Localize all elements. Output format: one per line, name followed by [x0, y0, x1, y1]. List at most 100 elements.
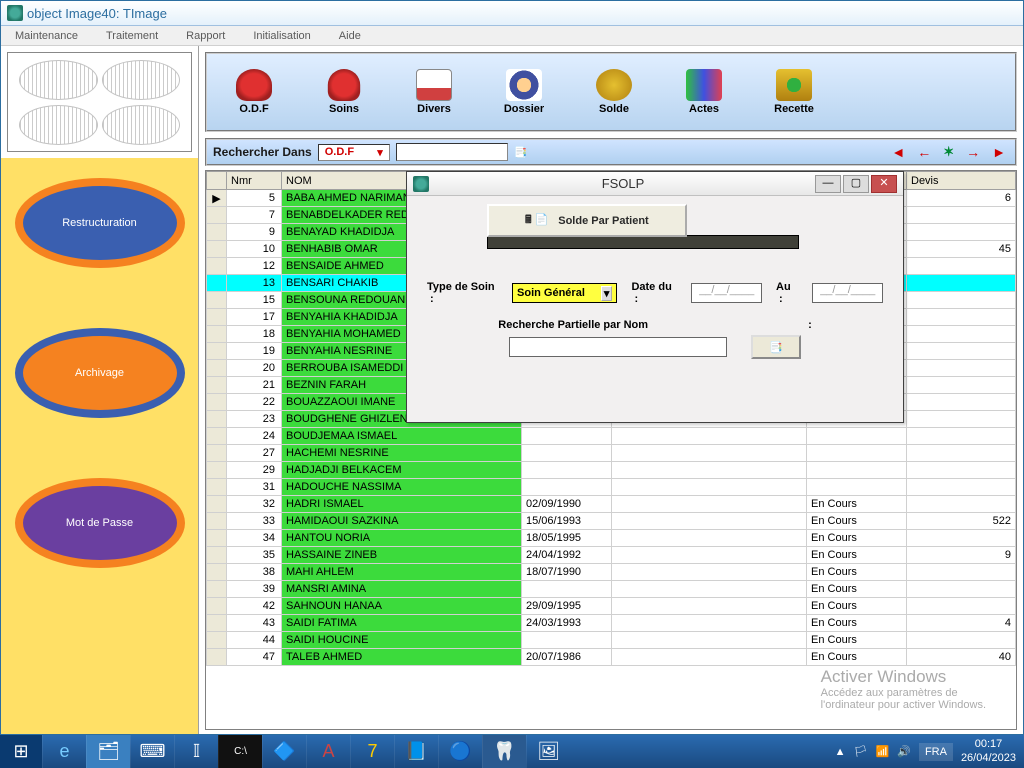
toolbar-odf-button[interactable]: O.D.F: [219, 69, 289, 115]
task-chrome-icon[interactable]: 🔵: [438, 735, 482, 768]
cell-devis: 45: [907, 241, 1016, 258]
column-header[interactable]: Devis: [907, 172, 1016, 190]
au-label: Au :: [776, 281, 798, 305]
row-marker: [207, 598, 227, 615]
divers-icon: [416, 69, 452, 101]
task-app1-icon[interactable]: 𝕀: [174, 735, 218, 768]
menu-initialisation[interactable]: Initialisation: [239, 30, 324, 42]
menu-rapport[interactable]: Rapport: [172, 30, 239, 42]
cell-dln: [522, 445, 612, 462]
start-button[interactable]: ⊞: [0, 735, 42, 768]
table-row[interactable]: 24BOUDJEMAA ISMAEL: [207, 428, 1016, 445]
cell-nmr: 17: [227, 309, 282, 326]
row-marker: [207, 292, 227, 309]
search-type-dropdown[interactable]: O.D.F ▾: [318, 144, 390, 161]
cell-nmr: 24: [227, 428, 282, 445]
minimize-button[interactable]: —: [815, 175, 841, 193]
tray-flag-icon[interactable]: 🏳: [854, 745, 868, 758]
dialog-title-bar[interactable]: FSOLP — ▢ ✕: [407, 172, 903, 196]
dossier-icon: [506, 69, 542, 101]
cell-devis: [907, 258, 1016, 275]
cell-nom: HANTOU NORIA: [282, 530, 522, 547]
nav-next-icon[interactable]: →: [963, 144, 983, 160]
cell-devis: [907, 326, 1016, 343]
task-app2-icon[interactable]: 🔷: [262, 735, 306, 768]
menu-traitement[interactable]: Traitement: [92, 30, 172, 42]
table-row[interactable]: 44SAIDI HOUCINEEn Cours: [207, 632, 1016, 649]
nav-last-icon[interactable]: ►: [989, 144, 1009, 160]
cell-devis: [907, 445, 1016, 462]
cell-adresse: [612, 428, 807, 445]
date-to-input[interactable]: __/__/____: [812, 283, 883, 303]
table-row[interactable]: 33HAMIDAOUI SAZKINA15/06/1993En Cours522: [207, 513, 1016, 530]
table-row[interactable]: 27HACHEMI NESRINE: [207, 445, 1016, 462]
nav-first-icon[interactable]: ◄: [888, 144, 908, 160]
date-from-input[interactable]: __/__/____: [691, 283, 762, 303]
table-row[interactable]: 34HANTOU NORIA18/05/1995En Cours: [207, 530, 1016, 547]
type-value: Soin Général: [517, 287, 585, 299]
task-access-icon[interactable]: A: [306, 735, 350, 768]
cell-dln: [522, 428, 612, 445]
task-photos-icon[interactable]: 🖼: [526, 735, 570, 768]
table-row[interactable]: 35HASSAINE ZINEB24/04/1992En Cours9: [207, 547, 1016, 564]
taskbar-clock[interactable]: 00:17 26/04/2023: [961, 738, 1016, 764]
globe-icon[interactable]: ✶: [940, 144, 957, 160]
row-marker: [207, 632, 227, 649]
table-row[interactable]: 38MAHI AHLEM18/07/1990En Cours: [207, 564, 1016, 581]
toolbar-label: Recette: [774, 103, 814, 115]
toolbar-soins-button[interactable]: Soins: [309, 69, 379, 115]
teeth-sketch-icon: [19, 60, 98, 100]
cell-dln: 24/03/1993: [522, 615, 612, 632]
row-marker: [207, 564, 227, 581]
cell-nmr: 20: [227, 360, 282, 377]
table-row[interactable]: 29HADJADJI BELKACEM: [207, 462, 1016, 479]
partial-search-input[interactable]: [509, 337, 727, 357]
toolbar-actes-button[interactable]: Actes: [669, 69, 739, 115]
task-keyboard-icon[interactable]: ⌨: [130, 735, 174, 768]
restructuration-button[interactable]: Restructuration: [15, 178, 185, 268]
tray-wifi-icon[interactable]: 📶: [876, 745, 890, 758]
table-row[interactable]: 47TALEB AHMED20/07/1986En Cours40: [207, 649, 1016, 666]
toolbar-divers-button[interactable]: Divers: [399, 69, 469, 115]
table-row[interactable]: 32HADRI ISMAEL02/09/1990En Cours: [207, 496, 1016, 513]
column-header[interactable]: Nmr: [227, 172, 282, 190]
task-cmd-icon[interactable]: C:\: [218, 735, 262, 768]
sidebar-label: Archivage: [75, 367, 124, 379]
cell-mode: En Cours: [807, 598, 907, 615]
menu-aide[interactable]: Aide: [325, 30, 375, 42]
language-indicator[interactable]: FRA: [919, 743, 953, 761]
task-app4-icon[interactable]: 📘: [394, 735, 438, 768]
calculator-icon: 🖩 📄: [525, 211, 548, 230]
table-row[interactable]: 43SAIDI FATIMA24/03/1993En Cours4: [207, 615, 1016, 632]
tray-up-icon[interactable]: ▲: [835, 746, 846, 758]
column-header[interactable]: [207, 172, 227, 190]
cell-nom: SAHNOUN HANAA: [282, 598, 522, 615]
menu-maintenance[interactable]: Maintenance: [1, 30, 92, 42]
type-de-soin-dropdown[interactable]: Soin Général ▾: [512, 283, 617, 303]
partial-search-button[interactable]: 📑: [751, 335, 801, 359]
close-button[interactable]: ✕: [871, 175, 897, 193]
motdepasse-button[interactable]: Mot de Passe: [15, 478, 185, 568]
row-marker: [207, 479, 227, 496]
patient-grid[interactable]: NmrNOMDLNADRESSEMODEDevis ▶5BABA AHMED N…: [205, 170, 1017, 730]
nav-prev-icon[interactable]: ←: [914, 144, 934, 160]
table-row[interactable]: 31HADOUCHE NASSIMA: [207, 479, 1016, 496]
cell-nmr: 12: [227, 258, 282, 275]
table-row[interactable]: 42SAHNOUN HANAA29/09/1995En Cours: [207, 598, 1016, 615]
cell-nmr: 42: [227, 598, 282, 615]
search-input[interactable]: [396, 143, 508, 161]
task-ie-icon[interactable]: e: [42, 735, 86, 768]
toolbar-solde-button[interactable]: Solde: [579, 69, 649, 115]
task-current-app-icon[interactable]: 🦷: [482, 735, 526, 768]
tray-volume-icon[interactable]: 🔊: [897, 745, 911, 758]
toolbar-recette-button[interactable]: Recette: [759, 69, 829, 115]
table-row[interactable]: 39MANSRI AMINAEn Cours: [207, 581, 1016, 598]
toolbar-dossier-button[interactable]: Dossier: [489, 69, 559, 115]
search-go-icon[interactable]: 📑: [514, 146, 528, 159]
archivage-button[interactable]: Archivage: [15, 328, 185, 418]
menu-bar: MaintenanceTraitementRapportInitialisati…: [1, 26, 1023, 46]
maximize-button[interactable]: ▢: [843, 175, 869, 193]
cell-nmr: 43: [227, 615, 282, 632]
task-app3-icon[interactable]: 7: [350, 735, 394, 768]
task-explorer-icon[interactable]: 🗂: [86, 735, 130, 768]
